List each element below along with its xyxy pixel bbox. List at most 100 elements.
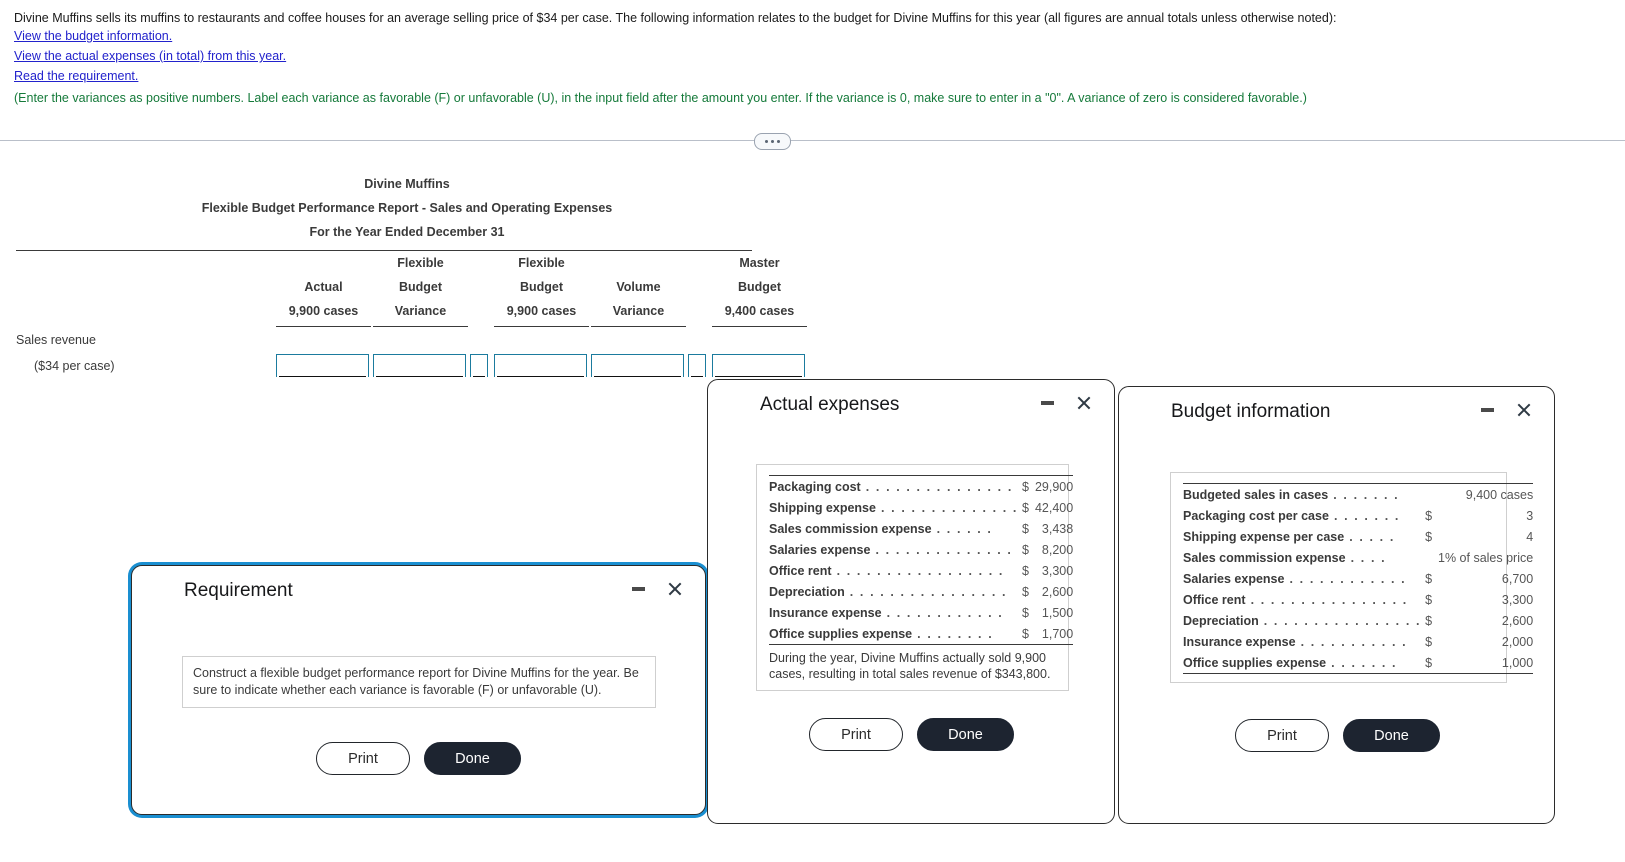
table-row: Salaries expense . . . . . . . . . . . .… bbox=[769, 539, 1073, 560]
currency-symbol: $ bbox=[1425, 613, 1433, 628]
budget-information-dialog-title: Budget information bbox=[1171, 401, 1331, 422]
currency-symbol: $ bbox=[1022, 584, 1029, 599]
line-item-value: 2,600 bbox=[1041, 584, 1074, 599]
input-sales-revenue-actual[interactable] bbox=[276, 354, 369, 378]
col-volume-variance-line2: Volume bbox=[616, 280, 661, 294]
header-row-line1: Flexible Flexible Master bbox=[16, 251, 807, 275]
table-row: Shipping expense per case . . . . . $4 bbox=[1183, 526, 1533, 547]
line-item-label: Insurance expense . . . . . . . . . . . … bbox=[769, 602, 1022, 623]
requirement-print-button[interactable]: Print bbox=[316, 742, 410, 775]
line-item-label: Office rent . . . . . . . . . . . . . . … bbox=[769, 560, 1022, 581]
dot-icon bbox=[777, 140, 780, 143]
line-item-label-text: Office rent bbox=[769, 563, 832, 578]
line-item-label: Depreciation . . . . . . . . . . . . . .… bbox=[1183, 610, 1425, 631]
worksheet-title-line-3: For the Year Ended December 31 bbox=[309, 225, 505, 239]
line-item-label-text: Sales commission expense bbox=[769, 521, 932, 536]
line-item-label-text: Shipping expense bbox=[769, 500, 876, 515]
budget-information-print-button[interactable]: Print bbox=[1235, 719, 1329, 752]
line-item-value: 3 bbox=[1526, 508, 1534, 523]
currency-symbol bbox=[1425, 547, 1438, 568]
dot-icon bbox=[771, 140, 774, 143]
table-row: Sales commission expense . . . . . . $3,4… bbox=[769, 518, 1073, 539]
currency-symbol: $ bbox=[1022, 605, 1029, 620]
table-row: Packaging cost per case . . . . . . . $3 bbox=[1183, 505, 1533, 526]
close-icon[interactable] bbox=[1512, 399, 1534, 421]
budget-information-dialog[interactable]: Budget information Budgeted sales in cas… bbox=[1118, 386, 1555, 824]
table-row: Budgeted sales in cases . . . . . . . 9,4… bbox=[1183, 483, 1534, 505]
leader-dots: . . . . . . . . . . . . . . . . . bbox=[831, 563, 1004, 578]
currency-symbol: $ bbox=[1425, 652, 1439, 674]
line-item-label: Depreciation . . . . . . . . . . . . . .… bbox=[769, 581, 1022, 602]
actual-expenses-done-button[interactable]: Done bbox=[917, 718, 1014, 751]
line-item-value: 3,438 bbox=[1041, 521, 1074, 536]
requirement-done-button[interactable]: Done bbox=[424, 742, 521, 775]
budget-information-panel: Budgeted sales in cases . . . . . . . 9,4… bbox=[1170, 472, 1534, 683]
leader-dots: . . . . . . . bbox=[1328, 508, 1400, 523]
input-sales-revenue-volume-variance[interactable] bbox=[591, 354, 684, 378]
requirement-dialog-actions: Print Done bbox=[316, 742, 521, 775]
flexible-budget-worksheet: Divine Muffins Flexible Budget Performan… bbox=[16, 172, 807, 379]
col-master-budget-line2: Budget bbox=[737, 280, 782, 294]
requirement-dialog[interactable]: Requirement Construct a flexible budget … bbox=[131, 565, 706, 815]
row-sublabel-per-case: ($34 per case) bbox=[34, 358, 115, 373]
leader-dots: . . . . . . . . bbox=[912, 626, 994, 641]
leader-dots: . . . . bbox=[1345, 550, 1387, 565]
close-icon[interactable] bbox=[1072, 392, 1094, 414]
actual-expenses-dialog-actions: Print Done bbox=[809, 718, 1014, 751]
minimize-icon[interactable] bbox=[627, 578, 649, 600]
close-icon[interactable] bbox=[663, 578, 685, 600]
requirement-dialog-titlebar: Requirement bbox=[132, 566, 705, 612]
currency-symbol: $ bbox=[1022, 623, 1035, 645]
currency-symbol: $ bbox=[1425, 508, 1433, 523]
link-view-actual-expenses[interactable]: View the actual expenses (in total) from… bbox=[14, 46, 286, 66]
col-flexible-budget-variance-line1: Flexible bbox=[397, 256, 444, 270]
table-row: Sales commission expense . . . . 1% of sa… bbox=[1183, 547, 1533, 568]
input-sales-revenue-flexible-variance-flag[interactable] bbox=[470, 354, 488, 378]
col-actual-line1 bbox=[276, 251, 371, 275]
line-item-value: 2,000 bbox=[1501, 634, 1534, 649]
actual-expenses-dialog-titlebar: Actual expenses bbox=[708, 380, 1114, 426]
budget-information-dialog-actions: Print Done bbox=[1235, 719, 1440, 752]
line-item-value: 3,300 bbox=[1501, 592, 1534, 607]
table-row: ($34 per case) bbox=[16, 353, 807, 379]
line-item-value: 6,700 bbox=[1501, 571, 1534, 586]
currency-symbol: $ bbox=[1022, 500, 1029, 515]
line-item-label: Sales commission expense . . . . bbox=[1183, 547, 1425, 568]
col-actual-line2: Actual bbox=[304, 280, 343, 294]
actual-expenses-dialog[interactable]: Actual expenses Packaging cost . . . . .… bbox=[707, 379, 1115, 824]
problem-statement: Divine Muffins sells its muffins to rest… bbox=[0, 0, 1625, 106]
leader-dots: . . . . . . . . . . . . . . . . bbox=[1245, 592, 1408, 607]
input-sales-revenue-volume-variance-flag[interactable] bbox=[688, 354, 706, 378]
minimize-icon[interactable] bbox=[1476, 399, 1498, 421]
divider-expand-button[interactable] bbox=[754, 133, 791, 150]
line-item-label-text: Sales commission expense bbox=[1183, 550, 1346, 565]
col-flexible-budget-line3: 9,900 cases bbox=[494, 299, 589, 327]
budget-information-table: Budgeted sales in cases . . . . . . . 9,4… bbox=[1183, 483, 1534, 674]
leader-dots: . . . . . . . . . . . . bbox=[1284, 571, 1407, 586]
input-sales-revenue-flexible-budget[interactable] bbox=[494, 354, 587, 378]
budget-information-done-button[interactable]: Done bbox=[1343, 719, 1440, 752]
line-item-value: 8,200 bbox=[1041, 542, 1074, 557]
leader-dots: . . . . . . . bbox=[1328, 487, 1400, 502]
line-item-label: Sales commission expense . . . . . . bbox=[769, 518, 1022, 539]
currency-symbol: $ bbox=[1022, 521, 1029, 536]
line-item-value: 9,400 cases bbox=[1438, 483, 1534, 505]
line-item-label-text: Packaging cost bbox=[769, 479, 861, 494]
input-sales-revenue-master-budget[interactable] bbox=[712, 354, 805, 378]
col-flexible-budget-line2: Budget bbox=[519, 280, 564, 294]
input-sales-revenue-flexible-budget-variance[interactable] bbox=[373, 354, 466, 378]
table-row: Office supplies expense . . . . . . . . $… bbox=[769, 623, 1074, 645]
col-volume-variance-line1 bbox=[591, 251, 686, 275]
link-read-requirement[interactable]: Read the requirement. bbox=[14, 66, 138, 86]
col-flexible-budget-variance-line2: Budget bbox=[398, 280, 443, 294]
worksheet-title-line-2: Flexible Budget Performance Report - Sal… bbox=[201, 201, 613, 215]
table-row: Packaging cost . . . . . . . . . . . . .… bbox=[769, 475, 1074, 497]
leader-dots: . . . . . . . . . . . . . . . . bbox=[1258, 613, 1422, 628]
minimize-icon[interactable] bbox=[1036, 392, 1058, 414]
currency-symbol: $ bbox=[1022, 542, 1029, 557]
actual-expenses-table: Packaging cost . . . . . . . . . . . . .… bbox=[769, 475, 1074, 645]
actual-expenses-print-button[interactable]: Print bbox=[809, 718, 903, 751]
link-view-budget-information[interactable]: View the budget information. bbox=[14, 26, 172, 46]
line-item-label: Office supplies expense . . . . . . . bbox=[1183, 652, 1426, 674]
line-item-value: 42,400 bbox=[1034, 500, 1074, 515]
